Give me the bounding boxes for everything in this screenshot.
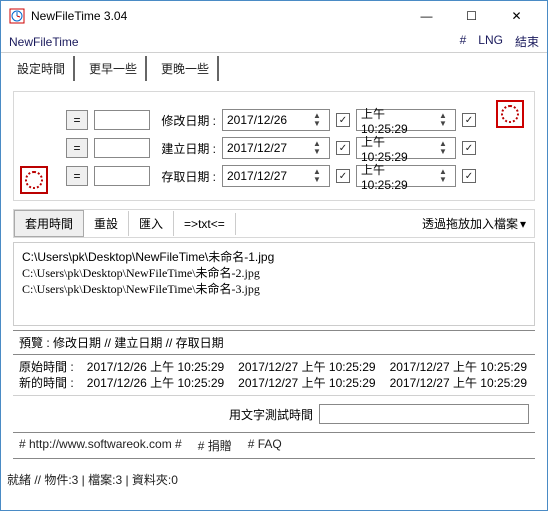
label-accessed: 存取日期 :	[156, 168, 216, 185]
tab-set-time[interactable]: 設定時間	[9, 56, 75, 81]
orig-accessed: 2017/12/27 上午 10:25:29	[390, 359, 529, 375]
date-created-value: 2017/12/27	[227, 141, 287, 155]
maximize-button[interactable]: ☐	[449, 2, 494, 30]
spin-down-icon[interactable]: ▼	[309, 120, 325, 128]
list-item[interactable]: C:\Users\pk\Desktop\NewFileTime\未命名-1.jp…	[22, 249, 526, 265]
preview-grid: 原始時間 : 2017/12/26 上午 10:25:29 2017/12/27…	[13, 355, 535, 396]
now-icon[interactable]	[20, 166, 48, 194]
label-created: 建立日期 :	[156, 140, 216, 157]
apply-icon[interactable]	[496, 100, 524, 128]
tab-earlier[interactable]: 更早一些	[81, 56, 147, 81]
date-created-input[interactable]: 2017/12/27▲▼	[222, 137, 330, 159]
test-row: 用文字測試時間	[13, 396, 535, 432]
label-modified: 修改日期 :	[156, 112, 216, 129]
txt-button[interactable]: =>txt<=	[174, 213, 236, 235]
date-modified-value: 2017/12/26	[227, 113, 287, 127]
action-toolbar: 套用時間 重設 匯入 =>txt<= 透過拖放加入檔案 ▾	[13, 209, 535, 238]
offset-modified-input[interactable]	[94, 110, 150, 130]
orig-label: 原始時間 :	[19, 359, 75, 375]
drag-drop-label: 透過拖放加入檔案	[422, 215, 518, 232]
file-list[interactable]: C:\Users\pk\Desktop\NewFileTime\未命名-1.jp…	[13, 242, 535, 326]
maximize-icon: ☐	[466, 9, 477, 23]
time-modified-input[interactable]: 上午 10:25:29▲▼	[356, 109, 456, 131]
date-accessed-value: 2017/12/27	[227, 169, 287, 183]
new-modified: 2017/12/26 上午 10:25:29	[87, 375, 226, 391]
close-icon: ✕	[511, 9, 521, 23]
import-button[interactable]: 匯入	[129, 211, 174, 236]
orig-modified: 2017/12/26 上午 10:25:29	[87, 359, 226, 375]
time-modified-value: 上午 10:25:29	[361, 105, 435, 136]
list-item[interactable]: C:\Users\pk\Desktop\NewFileTime\未命名-2.jp…	[22, 265, 526, 281]
date-rows-group: = 修改日期 : 2017/12/26▲▼ ✓ 上午 10:25:29▲▼ ✓ …	[13, 91, 535, 201]
status-bar: 就緒 // 物件:3 | 檔案:3 | 資料夾:0	[1, 467, 547, 492]
chk-created-time[interactable]: ✓	[462, 141, 476, 155]
link-site[interactable]: # http://www.softwareok.com #	[19, 437, 182, 454]
orig-created: 2017/12/27 上午 10:25:29	[238, 359, 377, 375]
close-button[interactable]: ✕	[494, 2, 539, 30]
time-created-value: 上午 10:25:29	[361, 133, 435, 164]
date-accessed-input[interactable]: 2017/12/27▲▼	[222, 165, 330, 187]
date-modified-input[interactable]: 2017/12/26▲▼	[222, 109, 330, 131]
menu-end[interactable]: 結束	[515, 33, 539, 50]
apply-time-button[interactable]: 套用時間	[14, 210, 84, 237]
test-input[interactable]	[319, 404, 529, 424]
menu-hash[interactable]: #	[460, 33, 467, 50]
drag-drop-menu[interactable]: 透過拖放加入檔案 ▾	[414, 211, 534, 236]
chk-modified-date[interactable]: ✓	[336, 113, 350, 127]
file-path: C:\Users\pk\Desktop\NewFileTime\未命名-1.jp…	[22, 250, 274, 264]
eq-modified-button[interactable]: =	[66, 110, 88, 130]
offset-created-input[interactable]	[94, 138, 150, 158]
menu-lng[interactable]: LNG	[478, 33, 503, 50]
spin-down-icon[interactable]: ▼	[435, 120, 451, 128]
tab-later[interactable]: 更晚一些	[153, 56, 219, 81]
link-donate[interactable]: # 捐贈	[198, 437, 232, 454]
new-label: 新的時間 :	[19, 375, 75, 391]
row-accessed: = 存取日期 : 2017/12/27▲▼ ✓ 上午 10:25:29▲▼ ✓	[22, 162, 526, 190]
time-created-input[interactable]: 上午 10:25:29▲▼	[356, 137, 456, 159]
menu-app[interactable]: NewFileTime	[9, 35, 79, 49]
list-item[interactable]: C:\Users\pk\Desktop\NewFileTime\未命名-3.jp…	[22, 281, 526, 297]
app-icon	[9, 8, 25, 24]
time-accessed-value: 上午 10:25:29	[361, 161, 435, 192]
chk-created-date[interactable]: ✓	[336, 141, 350, 155]
time-accessed-input[interactable]: 上午 10:25:29▲▼	[356, 165, 456, 187]
chk-modified-time[interactable]: ✓	[462, 113, 476, 127]
row-modified: = 修改日期 : 2017/12/26▲▼ ✓ 上午 10:25:29▲▼ ✓	[22, 106, 526, 134]
minimize-icon: —	[421, 9, 433, 23]
title-bar: NewFileTime 3.04 — ☐ ✕	[1, 1, 547, 31]
new-accessed: 2017/12/27 上午 10:25:29	[390, 375, 529, 391]
menu-bar: NewFileTime # LNG 結束	[1, 31, 547, 53]
new-created: 2017/12/27 上午 10:25:29	[238, 375, 377, 391]
link-faq[interactable]: # FAQ	[248, 437, 282, 454]
spin-down-icon[interactable]: ▼	[309, 148, 325, 156]
reset-button[interactable]: 重設	[84, 211, 129, 236]
offset-accessed-input[interactable]	[94, 166, 150, 186]
tabs: 設定時間 更早一些 更晚一些	[1, 53, 547, 81]
chk-accessed-time[interactable]: ✓	[462, 169, 476, 183]
preview-header: 預覽 : 修改日期 // 建立日期 // 存取日期	[13, 330, 535, 355]
spin-down-icon[interactable]: ▼	[309, 176, 325, 184]
chevron-down-icon: ▾	[520, 217, 526, 231]
spin-down-icon[interactable]: ▼	[435, 176, 451, 184]
minimize-button[interactable]: —	[404, 2, 449, 30]
row-created: = 建立日期 : 2017/12/27▲▼ ✓ 上午 10:25:29▲▼ ✓	[22, 134, 526, 162]
test-label: 用文字測試時間	[229, 406, 313, 423]
chk-accessed-date[interactable]: ✓	[336, 169, 350, 183]
eq-accessed-button[interactable]: =	[66, 166, 88, 186]
window-title: NewFileTime 3.04	[31, 9, 404, 23]
links-row: # http://www.softwareok.com # # 捐贈 # FAQ	[13, 432, 535, 459]
spin-down-icon[interactable]: ▼	[435, 148, 451, 156]
eq-created-button[interactable]: =	[66, 138, 88, 158]
